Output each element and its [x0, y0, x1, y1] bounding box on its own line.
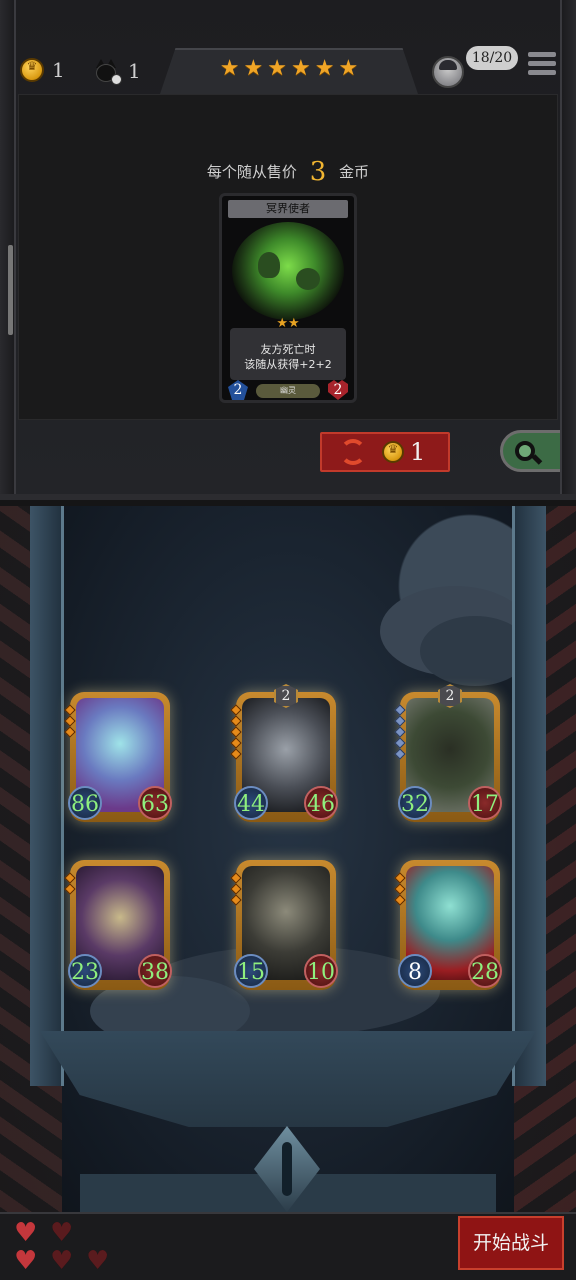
sell-suffix: 金币 — [339, 163, 370, 181]
card-health: 2 — [328, 380, 348, 400]
menu-icon[interactable] — [528, 52, 556, 78]
player-avatar[interactable] — [432, 56, 464, 88]
refresh-button[interactable]: 1 — [320, 432, 450, 472]
card-tribe: 幽灵 — [256, 384, 320, 398]
star-icon: ★ — [243, 55, 264, 81]
board-unit[interactable]: 2 44 46 — [230, 684, 338, 822]
unit-attack: 44 — [234, 786, 268, 820]
unit-health: 63 — [138, 786, 172, 820]
unit-health: 10 — [304, 954, 338, 988]
star-icon: ★ — [291, 55, 311, 81]
gold-counter: 1 — [20, 58, 65, 82]
scrollbar[interactable] — [8, 245, 13, 335]
board-unit[interactable]: 15 10 — [230, 860, 338, 990]
black-cat-clock-icon — [94, 58, 122, 85]
sell-price-text: 每个随从售价 3 金币 — [19, 157, 557, 187]
heart-icon: ♥ — [50, 1246, 74, 1276]
unit-attack: 32 — [398, 786, 432, 820]
unit-attack: 23 — [68, 954, 102, 988]
gold-coin-icon — [20, 58, 44, 82]
shop-panel: 1 1 ★ ★ ★ ★ ★ ★ 18/20 每个随从售价 3 金币 冥界使者 ★… — [0, 0, 576, 500]
sell-prefix: 每个随从售价 — [206, 163, 297, 181]
refresh-icon — [340, 439, 366, 465]
heart-icon: ♥ — [86, 1246, 110, 1276]
star-icon: ★ — [338, 55, 359, 81]
refresh-cost: 1 — [410, 438, 426, 466]
card-art-ghosts — [232, 222, 344, 320]
star-icon: ★ — [219, 55, 240, 81]
unit-attack: 15 — [234, 954, 268, 988]
unit-health: 17 — [468, 786, 502, 820]
unit-health: 28 — [468, 954, 502, 988]
unit-attack: 86 — [68, 786, 102, 820]
board-unit[interactable]: 86 63 — [64, 692, 172, 822]
desc-line-1: 友方死亡时 — [260, 343, 316, 356]
heart-icon: ♥ — [14, 1218, 38, 1248]
start-battle-button[interactable]: 开始战斗 — [458, 1216, 564, 1270]
card-attack: 2 — [228, 380, 248, 400]
desc-line-2: 该随从获得+2+2 — [244, 358, 332, 371]
shop-minion-card[interactable]: 冥界使者 ★★ 友方死亡时 该随从获得+2+2 幽灵 2 2 — [219, 193, 357, 403]
card-name: 冥界使者 — [228, 200, 348, 218]
cat-value: 1 — [128, 59, 141, 83]
star-icon: ★ — [314, 55, 335, 81]
heart-icon: ♥ — [14, 1246, 38, 1276]
board-unit[interactable]: 8 28 — [394, 860, 502, 990]
gold-value: 1 — [52, 58, 65, 82]
unit-attack: 8 — [398, 954, 432, 988]
card-description: 友方死亡时 该随从获得+2+2 — [230, 328, 346, 380]
gold-coin-icon — [382, 441, 404, 463]
shop-area: 每个随从售价 3 金币 冥界使者 ★★ 友方死亡时 该随从获得+2+2 幽灵 2… — [18, 94, 558, 420]
tavern-tier-stars: ★ ★ ★ ★ ★ ★ — [160, 48, 418, 94]
sell-price-value: 3 — [309, 157, 327, 187]
search-button[interactable] — [500, 430, 576, 472]
player-lives: ♥ ♥ ♥ ♥ ♥ — [10, 1218, 120, 1278]
population-badge: 18/20 — [466, 46, 518, 70]
cat-counter: 1 — [94, 58, 141, 85]
unit-health: 38 — [138, 954, 172, 988]
heart-icon: ♥ — [50, 1218, 74, 1248]
unit-health: 46 — [304, 786, 338, 820]
board-unit[interactable]: 2 32 17 — [394, 684, 502, 822]
board-unit[interactable]: 23 38 — [64, 860, 172, 990]
star-icon: ★ — [267, 55, 287, 81]
